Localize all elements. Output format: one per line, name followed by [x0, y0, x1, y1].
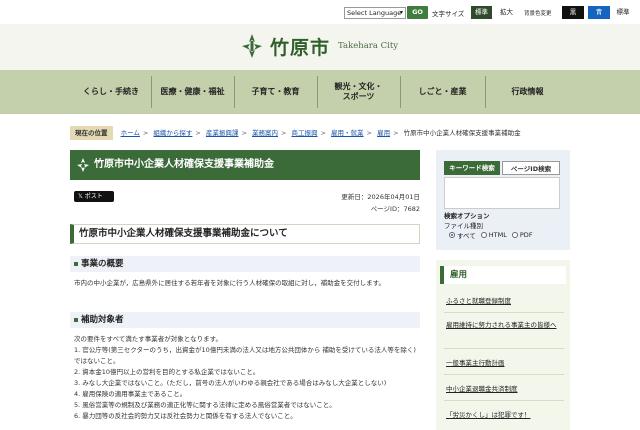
breadcrumb-separator: >	[142, 129, 149, 137]
category-link[interactable]: 「労災かくし」は犯罪です！	[446, 410, 564, 420]
bg-black-button[interactable]: 黒	[562, 6, 584, 19]
list-item: 4. 雇用保険の適用事業主であること。	[74, 390, 187, 398]
overview-text: 市内の中小企業が，広島県外に居住する若年者を対象に行う人材確保の取組に対し，補助…	[74, 279, 385, 287]
breadcrumb-separator: >	[280, 129, 287, 137]
overview-heading: 事業の概要	[70, 256, 420, 272]
category-title: 雇用	[440, 266, 566, 284]
bamboo-logo-icon[interactable]	[238, 32, 266, 60]
section-heading: 竹原市中小企業人材確保支援事業補助金について	[70, 224, 420, 244]
breadcrumb-separator: >	[366, 129, 372, 137]
radio-pdf[interactable]	[511, 232, 518, 238]
category-link[interactable]: 中小企業退職金共済制度	[446, 384, 564, 394]
bamboo-leaf-icon	[77, 158, 89, 172]
breadcrumb-link[interactable]: ホーム	[121, 129, 140, 137]
x-post-button[interactable]: 𝕏 ポスト	[74, 191, 114, 202]
sidebar-category: 雇用 ふるさと就職登録制度 雇用維持に努力される事業主の皆様へ 一般事業主行動計…	[436, 260, 570, 430]
list-item: 2. 資本金10億円以上の営利を目的とする私企業ではないこと。	[74, 368, 260, 376]
category-link[interactable]: 一般事業主行動計画	[446, 358, 564, 368]
site-title[interactable]: 竹原市	[270, 33, 330, 60]
nav-item-tourism[interactable]: 観光・文化・ スポーツ	[317, 76, 399, 108]
chevron-down-icon: ▾	[399, 9, 403, 16]
eligible-list: 次の要件をすべて満たす事業者が対象となります。 1. 官公庁等(第三セクターのう…	[74, 334, 420, 422]
page-meta: 更新日：2026年04月01日 ページID：7682	[341, 191, 420, 215]
tab-pageid-search[interactable]: ページID検索	[502, 161, 560, 175]
list-item: 1. 官公庁等(第三セクターのうち，出資金が10億円未満の法人又は地方公共団体か…	[74, 346, 416, 365]
nav-item-work[interactable]: しごと・産業	[400, 76, 484, 108]
nav-item-label: 子育て・教育	[251, 87, 300, 96]
radio-html-label: HTML	[488, 231, 507, 239]
radio-html[interactable]	[480, 232, 487, 238]
x-logo-icon: 𝕏	[78, 193, 85, 200]
font-standard-button[interactable]: 標準	[471, 6, 492, 19]
bg-blue-button[interactable]: 青	[588, 6, 610, 19]
nav-item-label: 観光・文化・	[334, 82, 383, 91]
page-title: 竹原市中小企業人材確保支援事業補助金	[94, 159, 274, 170]
nav-item-label: 医療・健康・福祉	[160, 87, 225, 96]
site-subtitle: Takehara City	[338, 41, 399, 51]
font-size-label: 文字サイズ	[432, 10, 465, 18]
list-item: 5. 風俗営業等の規制及び業務の適正化等に関する法律に定める風俗営業者ではないこ…	[74, 401, 336, 409]
bg-standard-button[interactable]: 標準	[612, 6, 634, 19]
nav-item-living[interactable]: くらし・手続き	[72, 76, 150, 108]
x-post-label: ポスト	[84, 193, 103, 200]
eligible-heading: 補助対象者	[70, 312, 420, 328]
bg-color-label: 背景色変更	[524, 11, 552, 17]
keyword-input[interactable]	[444, 177, 560, 209]
category-link[interactable]: ふるさと就職登録制度	[446, 296, 564, 306]
breadcrumb-link[interactable]: 産業振興課	[206, 129, 239, 137]
list-item: 6. 暴力団等の反社会的勢力又は反社会勢力と関係を有する法人でないこと。	[74, 412, 297, 420]
file-type-radios: すべて HTML PDF	[446, 230, 533, 240]
tab-keyword-search[interactable]: キーワード検索	[444, 161, 500, 175]
updated-date: 更新日：2026年04月01日	[341, 193, 420, 201]
breadcrumb-here-label: 現在の位置	[70, 126, 113, 140]
site-header: 竹原市 Takehara City	[0, 24, 640, 70]
search-option-label: 検索オプション	[444, 212, 490, 220]
language-go-button[interactable]: GO	[407, 6, 428, 19]
breadcrumb-link[interactable]: 組織から探す	[153, 129, 192, 137]
breadcrumb-separator: >	[393, 129, 399, 137]
nav-item-label: くらし・手続き	[83, 87, 139, 96]
list-item: 3. みなし大企業ではないこと。(ただし，前号の法人がいわゆる親会社である場合は…	[74, 379, 387, 387]
breadcrumb-separator: >	[195, 129, 201, 137]
font-enlarge-button[interactable]: 拡大	[496, 6, 517, 19]
breadcrumb-current: 竹原市中小企業人材確保支援事業補助金	[403, 129, 521, 137]
breadcrumb-separator: >	[241, 129, 247, 137]
radio-all[interactable]	[449, 232, 455, 238]
page-id: ページID：7682	[370, 205, 420, 213]
breadcrumb-link[interactable]: 業務案内	[252, 129, 278, 137]
utility-bar: Select Language ▾ GO 文字サイズ 標準 拡大 背景色変更 黒…	[0, 0, 640, 24]
file-type-label: ファイル種別	[444, 222, 483, 230]
divider	[444, 400, 564, 401]
nav-item-label-2: スポーツ	[342, 92, 375, 101]
language-select[interactable]: Select Language ▾	[344, 7, 406, 19]
global-nav: くらし・手続き 医療・健康・福祉 子育て・教育 観光・文化・ スポーツ しごと・産…	[0, 70, 640, 114]
nav-item-label: しごと・産業	[418, 87, 467, 96]
language-select-value: Select Language	[347, 9, 402, 17]
breadcrumb: 現在の位置 ホーム > 組織から探す > 産業振興課 > 業務案内 > 商工振興 > 雇用…	[70, 126, 570, 140]
divider	[444, 374, 564, 375]
eligible-intro: 次の要件をすべて満たす事業者が対象となります。	[74, 335, 222, 343]
page-title-bar: 竹原市中小企業人材確保支援事業補助金	[70, 150, 420, 180]
nav-item-health[interactable]: 医療・健康・福祉	[151, 76, 233, 108]
breadcrumb-link[interactable]: 商工振興	[292, 129, 318, 137]
divider	[444, 312, 564, 313]
nav-item-admin[interactable]: 行政情報	[485, 76, 569, 108]
radio-pdf-label: PDF	[519, 231, 533, 239]
nav-item-childcare[interactable]: 子育て・教育	[234, 76, 316, 108]
nav-item-label: 行政情報	[511, 87, 544, 96]
category-link[interactable]: 雇用維持に努力される事業主の皆様へ	[446, 320, 564, 330]
radio-all-label: すべて	[457, 232, 476, 240]
divider	[444, 348, 564, 349]
sidebar-search: キーワード検索 ページID検索 検索オプション ファイル種別 すべて HTML …	[436, 150, 570, 250]
breadcrumb-link[interactable]: 雇用	[377, 129, 390, 137]
breadcrumb-link[interactable]: 雇用・就業	[331, 129, 364, 137]
breadcrumb-separator: >	[320, 129, 326, 137]
